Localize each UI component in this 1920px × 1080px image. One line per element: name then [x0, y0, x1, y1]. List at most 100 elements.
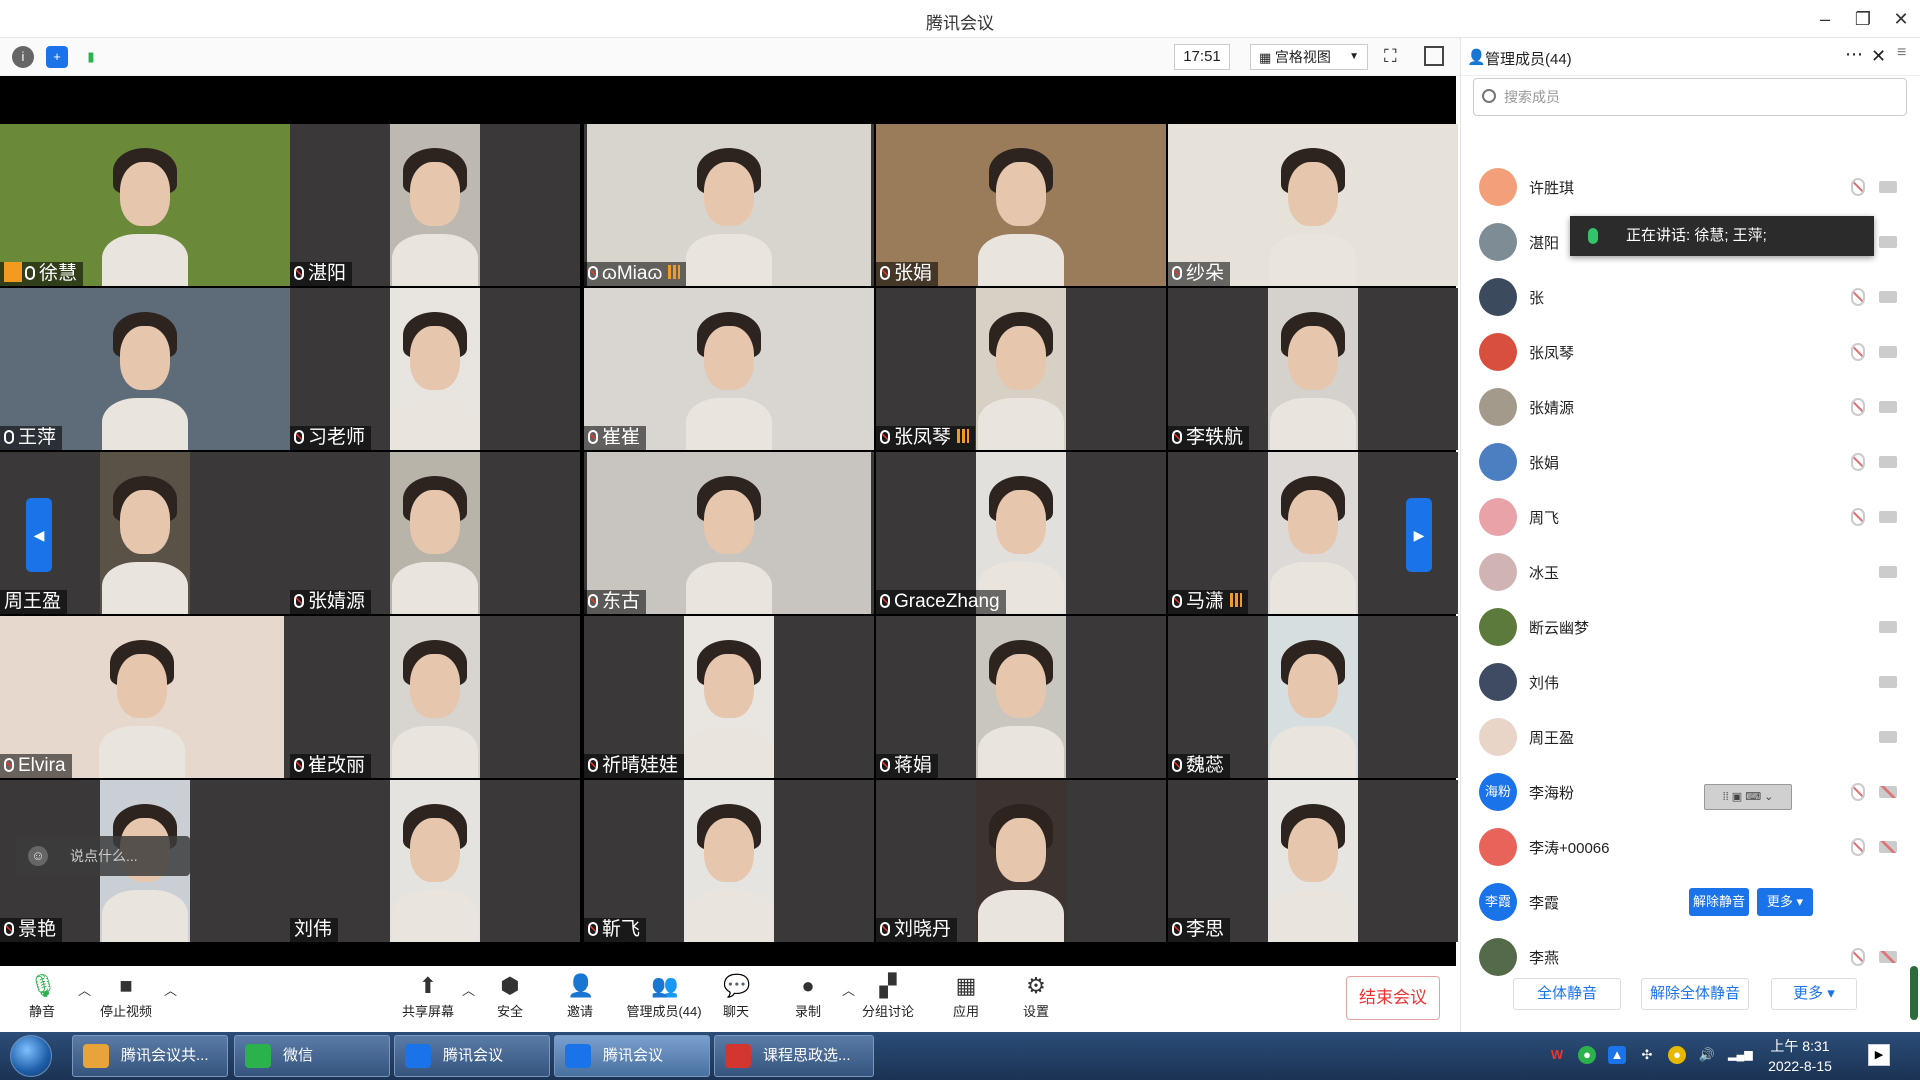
system-clock[interactable]: 上午 8:31 2022-8-15	[1760, 1036, 1840, 1076]
close-panel-icon[interactable]: ✕	[1871, 46, 1886, 67]
menu-icon[interactable]: ≡	[1897, 44, 1906, 62]
video-tile[interactable]: 东古	[584, 452, 874, 614]
share-screen-button[interactable]: ⬆ 共享屏幕	[396, 970, 460, 1028]
mic-button[interactable]: 🎙 静音	[10, 970, 74, 1028]
network-share-icon[interactable]: ✣	[1638, 1046, 1656, 1064]
expand-caret-icon[interactable]: ︿	[164, 980, 177, 999]
signal-icon[interactable]: ▮	[80, 46, 102, 68]
video-tile[interactable]: Elvira	[0, 616, 290, 778]
mic-muted-icon[interactable]	[1851, 508, 1865, 526]
video-tile[interactable]: 李思	[1168, 780, 1458, 942]
mic-muted-icon[interactable]	[1851, 288, 1865, 306]
member-row[interactable]: 许胜琪	[1461, 160, 1901, 215]
prev-page-arrow[interactable]: ◀	[26, 498, 52, 572]
camera-off-icon[interactable]	[1879, 951, 1897, 963]
member-row[interactable]: 冰玉	[1461, 545, 1901, 600]
wechat-tray-icon[interactable]: ●	[1578, 1046, 1596, 1064]
member-search-input[interactable]: 搜索成员	[1473, 78, 1907, 116]
member-more-button[interactable]: 更多 ▾	[1757, 888, 1813, 916]
chat-button[interactable]: 💬 聊天	[704, 970, 768, 1028]
footer-more-button[interactable]: 更多 ▾	[1771, 978, 1857, 1010]
floating-mini-toolbar[interactable]: ⁞⁞ ▣ ⌨ ⌄	[1704, 784, 1792, 810]
member-row[interactable]: 张凤琴	[1461, 325, 1901, 380]
camera-icon[interactable]	[1879, 291, 1897, 303]
taskbar-item[interactable]: 腾讯会议	[394, 1035, 550, 1077]
start-button[interactable]	[10, 1035, 52, 1077]
member-row[interactable]: 周飞	[1461, 490, 1901, 545]
camera-icon[interactable]	[1879, 676, 1897, 688]
expand-caret-icon[interactable]: ︿	[462, 980, 475, 999]
show-desktop-icon[interactable]: ▶	[1868, 1044, 1890, 1066]
apps-button[interactable]: ▦ 应用	[934, 970, 998, 1028]
member-row[interactable]: 张婧源	[1461, 380, 1901, 435]
more-options-icon[interactable]: ⋯	[1845, 44, 1863, 65]
expand-caret-icon[interactable]: ︿	[78, 980, 91, 999]
video-tile[interactable]: 湛阳	[290, 124, 580, 286]
video-button[interactable]: ■ 停止视频	[94, 970, 158, 1028]
video-tile[interactable]: 张娟	[876, 124, 1166, 286]
member-row[interactable]: 李霞 李霞 解除静音 更多 ▾	[1461, 875, 1901, 930]
mic-muted-icon[interactable]	[1851, 398, 1865, 416]
mic-muted-icon[interactable]	[1851, 343, 1865, 361]
close-icon[interactable]: ✕	[1888, 6, 1914, 32]
camera-off-icon[interactable]	[1879, 786, 1897, 798]
member-row[interactable]: 李涛+00066	[1461, 820, 1901, 875]
video-tile[interactable]: 李轶航	[1168, 288, 1458, 450]
camera-icon[interactable]	[1879, 621, 1897, 633]
mic-muted-icon[interactable]	[1851, 783, 1865, 801]
camera-icon[interactable]	[1879, 566, 1897, 578]
wps-tray-icon[interactable]: W	[1548, 1046, 1566, 1064]
security-shield-icon[interactable]: +	[46, 46, 68, 68]
expand-caret-icon[interactable]: ︿	[842, 980, 855, 999]
members-button[interactable]: 👥 管理成员(44)	[618, 970, 710, 1028]
sidebar-toggle-icon[interactable]	[1424, 46, 1444, 66]
restore-icon[interactable]: ❐	[1850, 6, 1876, 32]
view-mode-select[interactable]: ▦ 宫格视图 ▼	[1250, 44, 1368, 70]
taskbar-item[interactable]: 腾讯会议共...	[72, 1035, 228, 1077]
video-tile[interactable]: 纱朵	[1168, 124, 1458, 286]
video-tile[interactable]: 刘伟	[290, 780, 580, 942]
camera-icon[interactable]	[1879, 731, 1897, 743]
video-tile[interactable]: 王萍	[0, 288, 290, 450]
volume-icon[interactable]: 🔊	[1698, 1046, 1716, 1064]
video-tile[interactable]: GraceZhang	[876, 452, 1166, 614]
camera-off-icon[interactable]	[1879, 841, 1897, 853]
camera-icon[interactable]	[1879, 346, 1897, 358]
taskbar-item[interactable]: 腾讯会议	[554, 1035, 710, 1077]
video-tile[interactable]: 祈晴娃娃	[584, 616, 874, 778]
breakout-button[interactable]: ▞ 分组讨论	[856, 970, 920, 1028]
camera-icon[interactable]	[1879, 401, 1897, 413]
video-tile[interactable]: 崔改丽	[290, 616, 580, 778]
shield-button[interactable]: ⬢ 安全	[478, 970, 542, 1028]
video-tile[interactable]: ɷMiaɷ	[584, 124, 874, 286]
mic-muted-icon[interactable]	[1851, 453, 1865, 471]
unmute-all-button[interactable]: 解除全体静音	[1641, 978, 1749, 1010]
video-tile[interactable]: 蒋娟	[876, 616, 1166, 778]
camera-icon[interactable]	[1879, 511, 1897, 523]
invite-button[interactable]: 👤 邀请	[548, 970, 612, 1028]
meeting-tray-icon[interactable]: ▲	[1608, 1046, 1626, 1064]
member-row[interactable]: 周王盈	[1461, 710, 1901, 765]
security-tray-icon[interactable]: ●	[1668, 1046, 1686, 1064]
camera-icon[interactable]	[1879, 456, 1897, 468]
mic-muted-icon[interactable]	[1851, 838, 1865, 856]
video-tile[interactable]: 习老师	[290, 288, 580, 450]
video-tile[interactable]: 靳飞	[584, 780, 874, 942]
record-button[interactable]: ● 录制	[776, 970, 840, 1028]
minimize-icon[interactable]: –	[1812, 6, 1838, 32]
unmute-member-button[interactable]: 解除静音	[1689, 888, 1749, 916]
video-tile[interactable]: 张婧源	[290, 452, 580, 614]
end-meeting-button[interactable]: 结束会议	[1346, 976, 1440, 1020]
emoji-icon[interactable]: ☺	[28, 846, 48, 866]
camera-icon[interactable]	[1879, 236, 1897, 248]
mic-muted-icon[interactable]	[1851, 178, 1865, 196]
video-tile[interactable]: 徐慧	[0, 124, 290, 286]
member-row[interactable]: 张	[1461, 270, 1901, 325]
mute-all-button[interactable]: 全体静音	[1513, 978, 1621, 1010]
camera-icon[interactable]	[1879, 181, 1897, 193]
network-signal-icon[interactable]: ▂▄▆	[1728, 1046, 1753, 1064]
info-icon[interactable]: i	[12, 46, 34, 68]
taskbar-item[interactable]: 微信	[234, 1035, 390, 1077]
taskbar-item[interactable]: 课程思政选...	[714, 1035, 874, 1077]
member-row[interactable]: 刘伟	[1461, 655, 1901, 710]
